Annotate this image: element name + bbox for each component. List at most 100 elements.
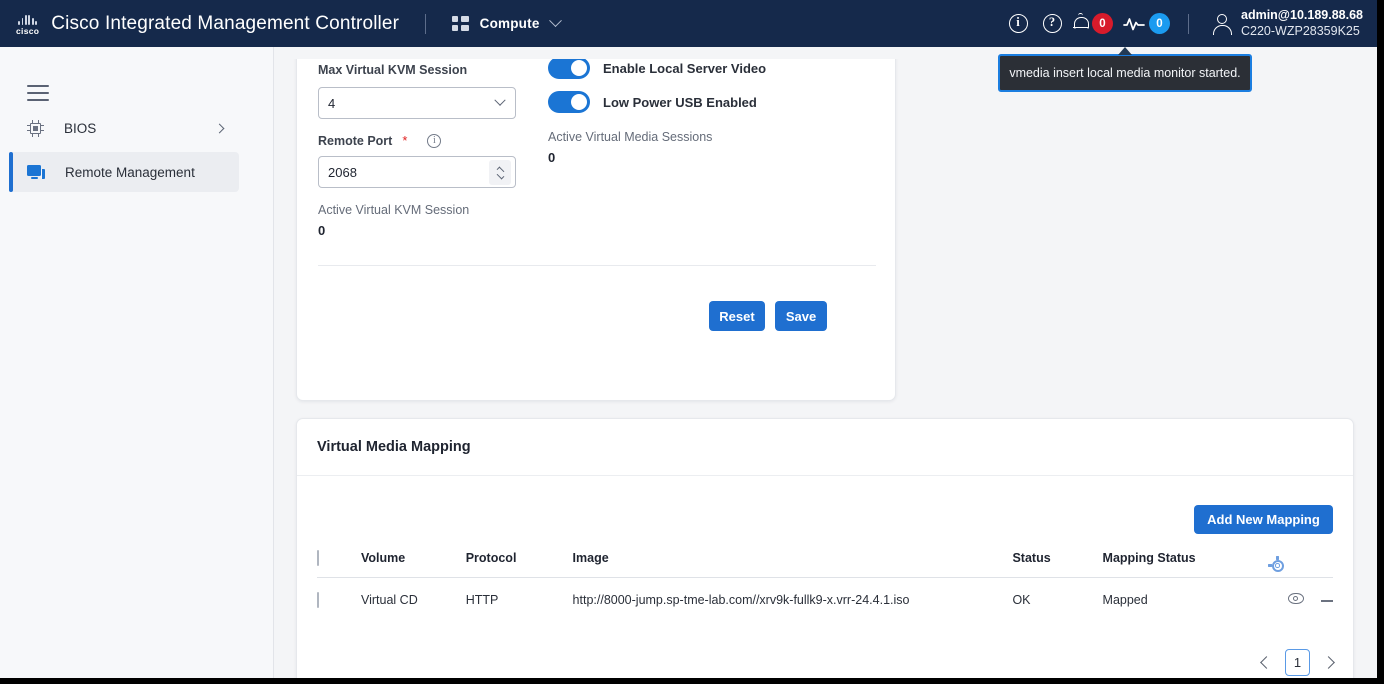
header-divider — [425, 14, 426, 34]
previous-page-button[interactable] — [1260, 656, 1273, 669]
alarm-count-badge: 0 — [1092, 13, 1113, 34]
avatar-icon — [1211, 13, 1232, 34]
select-all-header — [317, 551, 361, 578]
question-mark-icon: ? — [1043, 14, 1062, 33]
low-power-usb-toggle[interactable] — [548, 91, 590, 113]
pagination: 1 — [1262, 649, 1333, 676]
reset-button[interactable]: Reset — [709, 301, 765, 331]
remote-port-label: Remote Port — [318, 134, 392, 148]
max-kvm-session-select[interactable]: 4 — [318, 87, 516, 119]
remote-port-value: 2068 — [328, 165, 357, 180]
help-button[interactable]: ? — [1035, 7, 1069, 41]
pulse-icon — [1123, 16, 1145, 32]
scope-selector[interactable]: Compute — [452, 16, 559, 31]
info-button[interactable]: i — [1001, 7, 1035, 41]
row-actions-cell — [1270, 578, 1333, 622]
info-icon: i — [1009, 14, 1028, 33]
window-frame: cisco Cisco Integrated Management Contro… — [0, 0, 1384, 684]
top-navigation-bar: cisco Cisco Integrated Management Contro… — [0, 0, 1377, 47]
server-name: C220-WZP28359K25 — [1241, 24, 1363, 39]
unmap-icon[interactable] — [1321, 600, 1333, 602]
page-title: Cisco Integrated Management Controller — [51, 13, 399, 35]
activity-button[interactable]: 0 — [1123, 13, 1170, 34]
hamburger-menu-icon[interactable] — [27, 85, 49, 101]
active-kvm-session-group: Active Virtual KVM Session 0 — [318, 203, 469, 238]
low-power-usb-toggle-row: Low Power USB Enabled — [548, 91, 757, 113]
tooltip-arrow — [1118, 47, 1132, 55]
sidebar-item-bios[interactable]: BIOS — [10, 108, 239, 148]
section-title: Virtual Media Mapping — [317, 439, 471, 455]
remote-port-label-row: Remote Port * i — [318, 133, 441, 148]
chip-icon — [27, 120, 44, 137]
user-info: admin@10.189.88.68 C220-WZP28359K25 — [1241, 8, 1363, 39]
cell-volume: Virtual CD — [361, 578, 466, 622]
cell-image: http://8000-jump.sp-tme-lab.com//xrv9k-f… — [573, 578, 1013, 622]
active-kvm-session-value: 0 — [318, 223, 469, 238]
max-kvm-session-label: Max Virtual KVM Session — [318, 63, 516, 77]
grid-icon — [452, 16, 469, 31]
section-divider — [297, 475, 1353, 476]
monitor-icon — [27, 164, 45, 180]
chevron-down-icon — [549, 14, 562, 27]
column-mapping-status: Mapping Status — [1103, 551, 1271, 578]
alarms-button[interactable]: 0 — [1073, 13, 1113, 34]
sidebar-item-label: BIOS — [64, 121, 96, 136]
application-viewport: cisco Cisco Integrated Management Contro… — [0, 0, 1377, 678]
row-select-cell — [317, 578, 361, 622]
active-kvm-session-label: Active Virtual KVM Session — [318, 203, 469, 217]
cisco-bars-icon — [18, 14, 37, 25]
active-media-sessions-group: Active Virtual Media Sessions 0 — [548, 130, 712, 165]
active-media-sessions-value: 0 — [548, 150, 712, 165]
sidebar-item-remote-management[interactable]: Remote Management — [10, 152, 239, 192]
virtual-media-mapping-card: Virtual Media Mapping Add New Mapping Vo… — [296, 418, 1354, 678]
bell-icon — [1073, 15, 1088, 32]
cisco-wordmark: cisco — [16, 26, 39, 36]
user-account: admin@10.189.88.68 — [1241, 8, 1363, 23]
max-kvm-session-value: 4 — [328, 96, 335, 111]
header-actions: i ? 0 0 admin@10.189.88.68 C220- — [1001, 7, 1363, 41]
status-tooltip: vmedia insert local media monitor starte… — [998, 54, 1252, 92]
header-divider-2 — [1188, 14, 1189, 34]
local-server-video-toggle-row: Enable Local Server Video — [548, 57, 766, 79]
card-divider — [318, 265, 876, 266]
content-area: Max Virtual KVM Session 4 Remote Port * … — [274, 47, 1377, 678]
kvm-settings-card: Max Virtual KVM Session 4 Remote Port * … — [296, 55, 896, 401]
cisco-logo: cisco — [16, 12, 39, 36]
remote-port-stepper[interactable] — [489, 160, 511, 185]
column-protocol: Protocol — [466, 551, 573, 578]
max-kvm-session-group: Max Virtual KVM Session 4 — [318, 63, 516, 119]
local-server-video-label: Enable Local Server Video — [603, 61, 766, 76]
column-settings — [1270, 551, 1333, 578]
add-new-mapping-button[interactable]: Add New Mapping — [1194, 505, 1333, 534]
sidebar: BIOS Remote Management — [0, 47, 274, 678]
info-icon[interactable]: i — [427, 134, 441, 148]
mapping-table: Volume Protocol Image Status Mapping Sta… — [317, 551, 1333, 621]
user-menu[interactable]: admin@10.189.88.68 C220-WZP28359K25 — [1211, 8, 1363, 39]
column-image: Image — [573, 551, 1013, 578]
active-media-sessions-label: Active Virtual Media Sessions — [548, 130, 712, 144]
cell-status: OK — [1012, 578, 1102, 622]
view-details-icon[interactable] — [1288, 593, 1304, 604]
low-power-usb-label: Low Power USB Enabled — [603, 95, 757, 110]
page-number-1[interactable]: 1 — [1285, 649, 1310, 676]
activity-count-badge: 0 — [1149, 13, 1170, 34]
column-volume: Volume — [361, 551, 466, 578]
chevron-down-icon — [494, 95, 505, 106]
select-all-checkbox[interactable] — [317, 550, 319, 566]
row-checkbox[interactable] — [317, 592, 319, 608]
save-button[interactable]: Save — [775, 301, 827, 331]
scope-label: Compute — [480, 16, 540, 31]
table-header-row: Volume Protocol Image Status Mapping Sta… — [317, 551, 1333, 578]
chevron-right-icon — [215, 123, 225, 133]
remote-port-input[interactable]: 2068 — [318, 156, 516, 188]
cell-mapping-status: Mapped — [1103, 578, 1271, 622]
mapping-table-body: Virtual CD HTTP http://8000-jump.sp-tme-… — [317, 578, 1333, 622]
table-row[interactable]: Virtual CD HTTP http://8000-jump.sp-tme-… — [317, 578, 1333, 622]
required-asterisk: * — [402, 133, 407, 148]
cell-protocol: HTTP — [466, 578, 573, 622]
tooltip-text: vmedia insert local media monitor starte… — [1009, 66, 1240, 80]
column-status: Status — [1012, 551, 1102, 578]
local-server-video-toggle[interactable] — [548, 57, 590, 79]
sidebar-item-label: Remote Management — [65, 165, 195, 180]
next-page-button[interactable] — [1322, 656, 1335, 669]
